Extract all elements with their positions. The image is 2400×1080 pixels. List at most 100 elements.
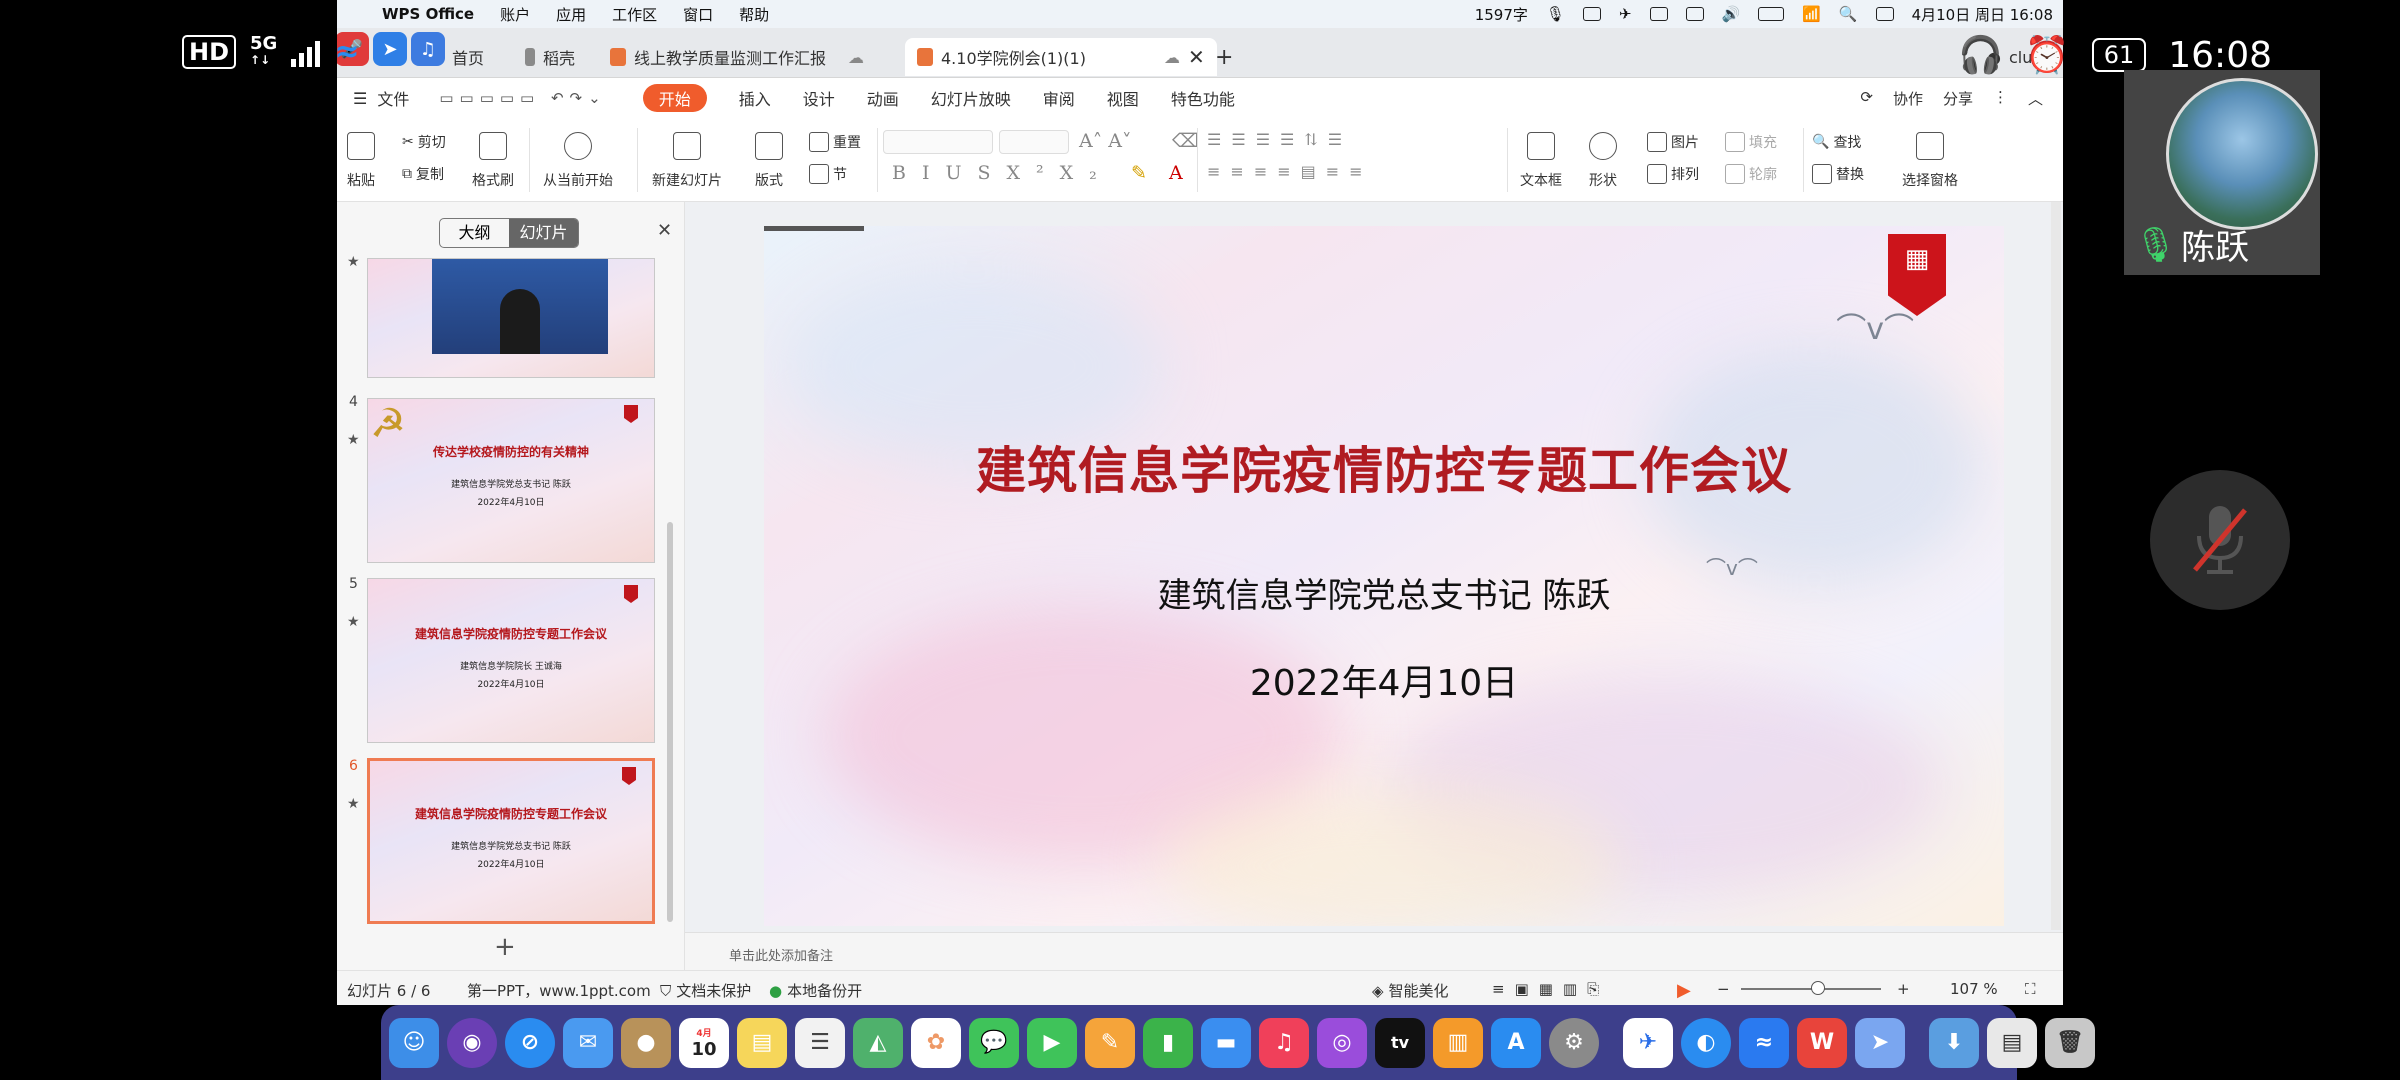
tab-daoke[interactable]: 稻壳 (525, 38, 575, 76)
select-pane-button[interactable]: 选择窗格 (1902, 132, 1958, 190)
outline-tab[interactable]: 大纲 (440, 219, 509, 247)
user-account[interactable]: ● clup (1987, 38, 2043, 76)
calendar-icon[interactable]: 4月 10 (679, 1017, 729, 1068)
close-panel-icon[interactable]: ✕ (657, 220, 672, 241)
zoom-slider[interactable] (1741, 981, 1881, 995)
system-preferences-icon[interactable]: ⚙ (1549, 1017, 1599, 1068)
caller-video-card[interactable]: 🎙 陈跃 (2124, 70, 2320, 275)
app-store-icon[interactable]: A (1491, 1017, 1541, 1068)
notes-icon[interactable]: ▤ (737, 1017, 787, 1068)
view-mode-icons[interactable]: ≡▣▦▥⎘ (1492, 980, 1609, 998)
ribbon-tab-insert[interactable]: 插入 (739, 86, 771, 110)
collapse-ribbon-icon[interactable]: ︿ (2028, 88, 2043, 109)
menu-workspace[interactable]: 工作区 (612, 4, 657, 25)
slide-thumbnail-5[interactable]: 建筑信息学院疫情防控专题工作会议 建筑信息学院院长 王诚海 2022年4月10日 (367, 578, 655, 743)
tencent-meeting-icon[interactable]: ✈ (1623, 1017, 1673, 1068)
books-icon[interactable]: ▥ (1433, 1017, 1483, 1068)
outline-button[interactable]: 轮廓 (1725, 164, 1777, 184)
theme-name[interactable]: 第一PPT，www.1ppt.com (467, 980, 651, 1001)
siri-icon[interactable]: ◉ (447, 1017, 497, 1068)
feishu-icon[interactable]: ➤ (1855, 1017, 1905, 1068)
photos-icon[interactable]: ✿ (911, 1017, 961, 1068)
clipboard-tray-icon[interactable] (1685, 7, 1704, 21)
control-center-icon[interactable] (1875, 7, 1894, 21)
arrange-button[interactable]: 排列 (1647, 164, 1699, 184)
copy-button[interactable]: ⧉ 复制 (402, 164, 444, 184)
ribbon-tab-home[interactable]: 开始 (642, 84, 707, 112)
apple-tv-icon[interactable]: tv (1375, 1017, 1425, 1068)
text-style-icons[interactable]: BIUSX²X₂ (892, 162, 1113, 184)
document-stack-icon[interactable]: ▤ (1987, 1017, 2037, 1068)
ribbon-tab-view[interactable]: 视图 (1107, 86, 1139, 110)
facetime-icon[interactable]: ▶ (1027, 1017, 1077, 1068)
replace-button[interactable]: 替换 (1812, 164, 1864, 184)
edge-browser-icon[interactable]: ◐ (1681, 1017, 1731, 1068)
format-painter-button[interactable]: 格式刷 (472, 132, 514, 190)
quick-access-icons[interactable]: ▭▭▭▭▭ ↶↷⌄ (439, 89, 606, 107)
add-slide-button[interactable]: + (494, 932, 516, 962)
current-slide[interactable]: ▦ ⌒v⌒ ⌒v⌒ 建筑信息学院疫情防控专题工作会议 建筑信息学院党总支书记 陈… (764, 226, 2004, 926)
slides-tab[interactable]: 幻灯片 (509, 219, 578, 247)
ribbon-tab-slideshow[interactable]: 幻灯片放映 (931, 86, 1011, 110)
trash-icon[interactable]: 🗑 (2045, 1017, 2095, 1068)
backup-status[interactable]: ● 本地备份开 (769, 980, 862, 1001)
recording-mic-icon[interactable]: 🎤 (337, 32, 369, 66)
shape-button[interactable]: 形状 (1589, 132, 1617, 190)
wps-office-icon[interactable]: W (1797, 1017, 1847, 1068)
ribbon-tab-features[interactable]: 特色功能 (1171, 86, 1235, 110)
sync-icon[interactable]: ⟳ (1860, 88, 1873, 109)
numbers-icon[interactable]: ▮ (1143, 1017, 1193, 1068)
safari-icon[interactable]: ⊘ (505, 1017, 555, 1068)
pages-icon[interactable]: ✎ (1085, 1017, 1135, 1068)
tab-report[interactable]: 线上教学质量监测工作汇报 ☁ (610, 38, 864, 76)
tab-home[interactable]: 首页 (452, 38, 484, 76)
zoom-slider-knob[interactable] (1811, 981, 1825, 995)
fit-window-icon[interactable]: ⛶ (2025, 980, 2036, 998)
section-button[interactable]: 节 (809, 164, 847, 184)
paste-button[interactable]: 粘贴 (347, 132, 375, 190)
ribbon-tab-review[interactable]: 审阅 (1043, 86, 1075, 110)
layout-button[interactable]: 版式 (755, 132, 783, 190)
contacts-icon[interactable]: ● (621, 1017, 671, 1068)
ribbon-tab-animation[interactable]: 动画 (867, 86, 899, 110)
play-slideshow-icon[interactable]: ▶ (1677, 980, 1691, 1001)
input-method-icon[interactable] (1582, 7, 1601, 21)
app-name-menu[interactable]: WPS Office (382, 5, 474, 23)
music-icon[interactable]: ♫ (1259, 1017, 1309, 1068)
menu-account[interactable]: 账户 (500, 4, 530, 25)
protect-status[interactable]: ⛉ 文档未保护 (660, 980, 751, 1001)
zoom-out-icon[interactable]: − (1717, 980, 1730, 998)
thumbnail-scrollbar[interactable] (667, 522, 673, 922)
fill-button[interactable]: 填充 (1725, 132, 1777, 152)
reminders-icon[interactable]: ☰ (795, 1017, 845, 1068)
finder-icon[interactable]: ☺ (389, 1017, 439, 1068)
zoom-level[interactable]: 107 % (1950, 980, 1998, 998)
more-icon[interactable]: ⋮ (1993, 88, 2008, 109)
canvas-scrollbar[interactable] (2051, 202, 2061, 930)
slide-subtitle[interactable]: 建筑信息学院党总支书记 陈跃 (764, 568, 2004, 617)
tab-meeting-active[interactable]: 4.10学院例会(1)(1) ☁ ✕ (905, 38, 1217, 76)
highlight-icon[interactable]: ✎ (1131, 162, 1147, 184)
picture-button[interactable]: 图片 (1647, 132, 1699, 152)
menu-help[interactable]: 帮助 (739, 4, 769, 25)
share-button[interactable]: 分享 (1943, 88, 1973, 109)
app-tray-icon[interactable] (1649, 7, 1668, 21)
list-icons[interactable]: ☰☰☰☰⇅☰ (1207, 130, 1352, 149)
menu-apps[interactable]: 应用 (556, 4, 586, 25)
textbox-button[interactable]: 文本框 (1520, 132, 1562, 190)
close-tab-icon[interactable]: ✕ (1188, 45, 1205, 69)
paper-plane-icon[interactable]: ✈ (1619, 5, 1632, 23)
menu-window[interactable]: 窗口 (683, 4, 713, 25)
notes-field[interactable]: 单击此处添加备注 (685, 932, 2063, 970)
clear-format-icon[interactable]: ⌫ (1172, 130, 1199, 152)
align-icons[interactable]: ≡≡≡≡▤≡≡ (1207, 162, 1373, 181)
new-tab-button[interactable]: + (1215, 38, 1233, 76)
slide-thumbnail-3[interactable] (367, 258, 655, 378)
smart-beautify-button[interactable]: ◈ 智能美化 (1372, 980, 1449, 1001)
hamburger-icon[interactable]: ☰ (353, 89, 367, 108)
pointer-tool-icon[interactable]: ➤ (373, 32, 407, 66)
search-icon[interactable]: 🔍 (1839, 5, 1858, 23)
keynote-icon[interactable]: ▬ (1201, 1017, 1251, 1068)
messages-icon[interactable]: 💬 (969, 1017, 1019, 1068)
new-slide-button[interactable]: 新建幻灯片 (652, 132, 722, 190)
